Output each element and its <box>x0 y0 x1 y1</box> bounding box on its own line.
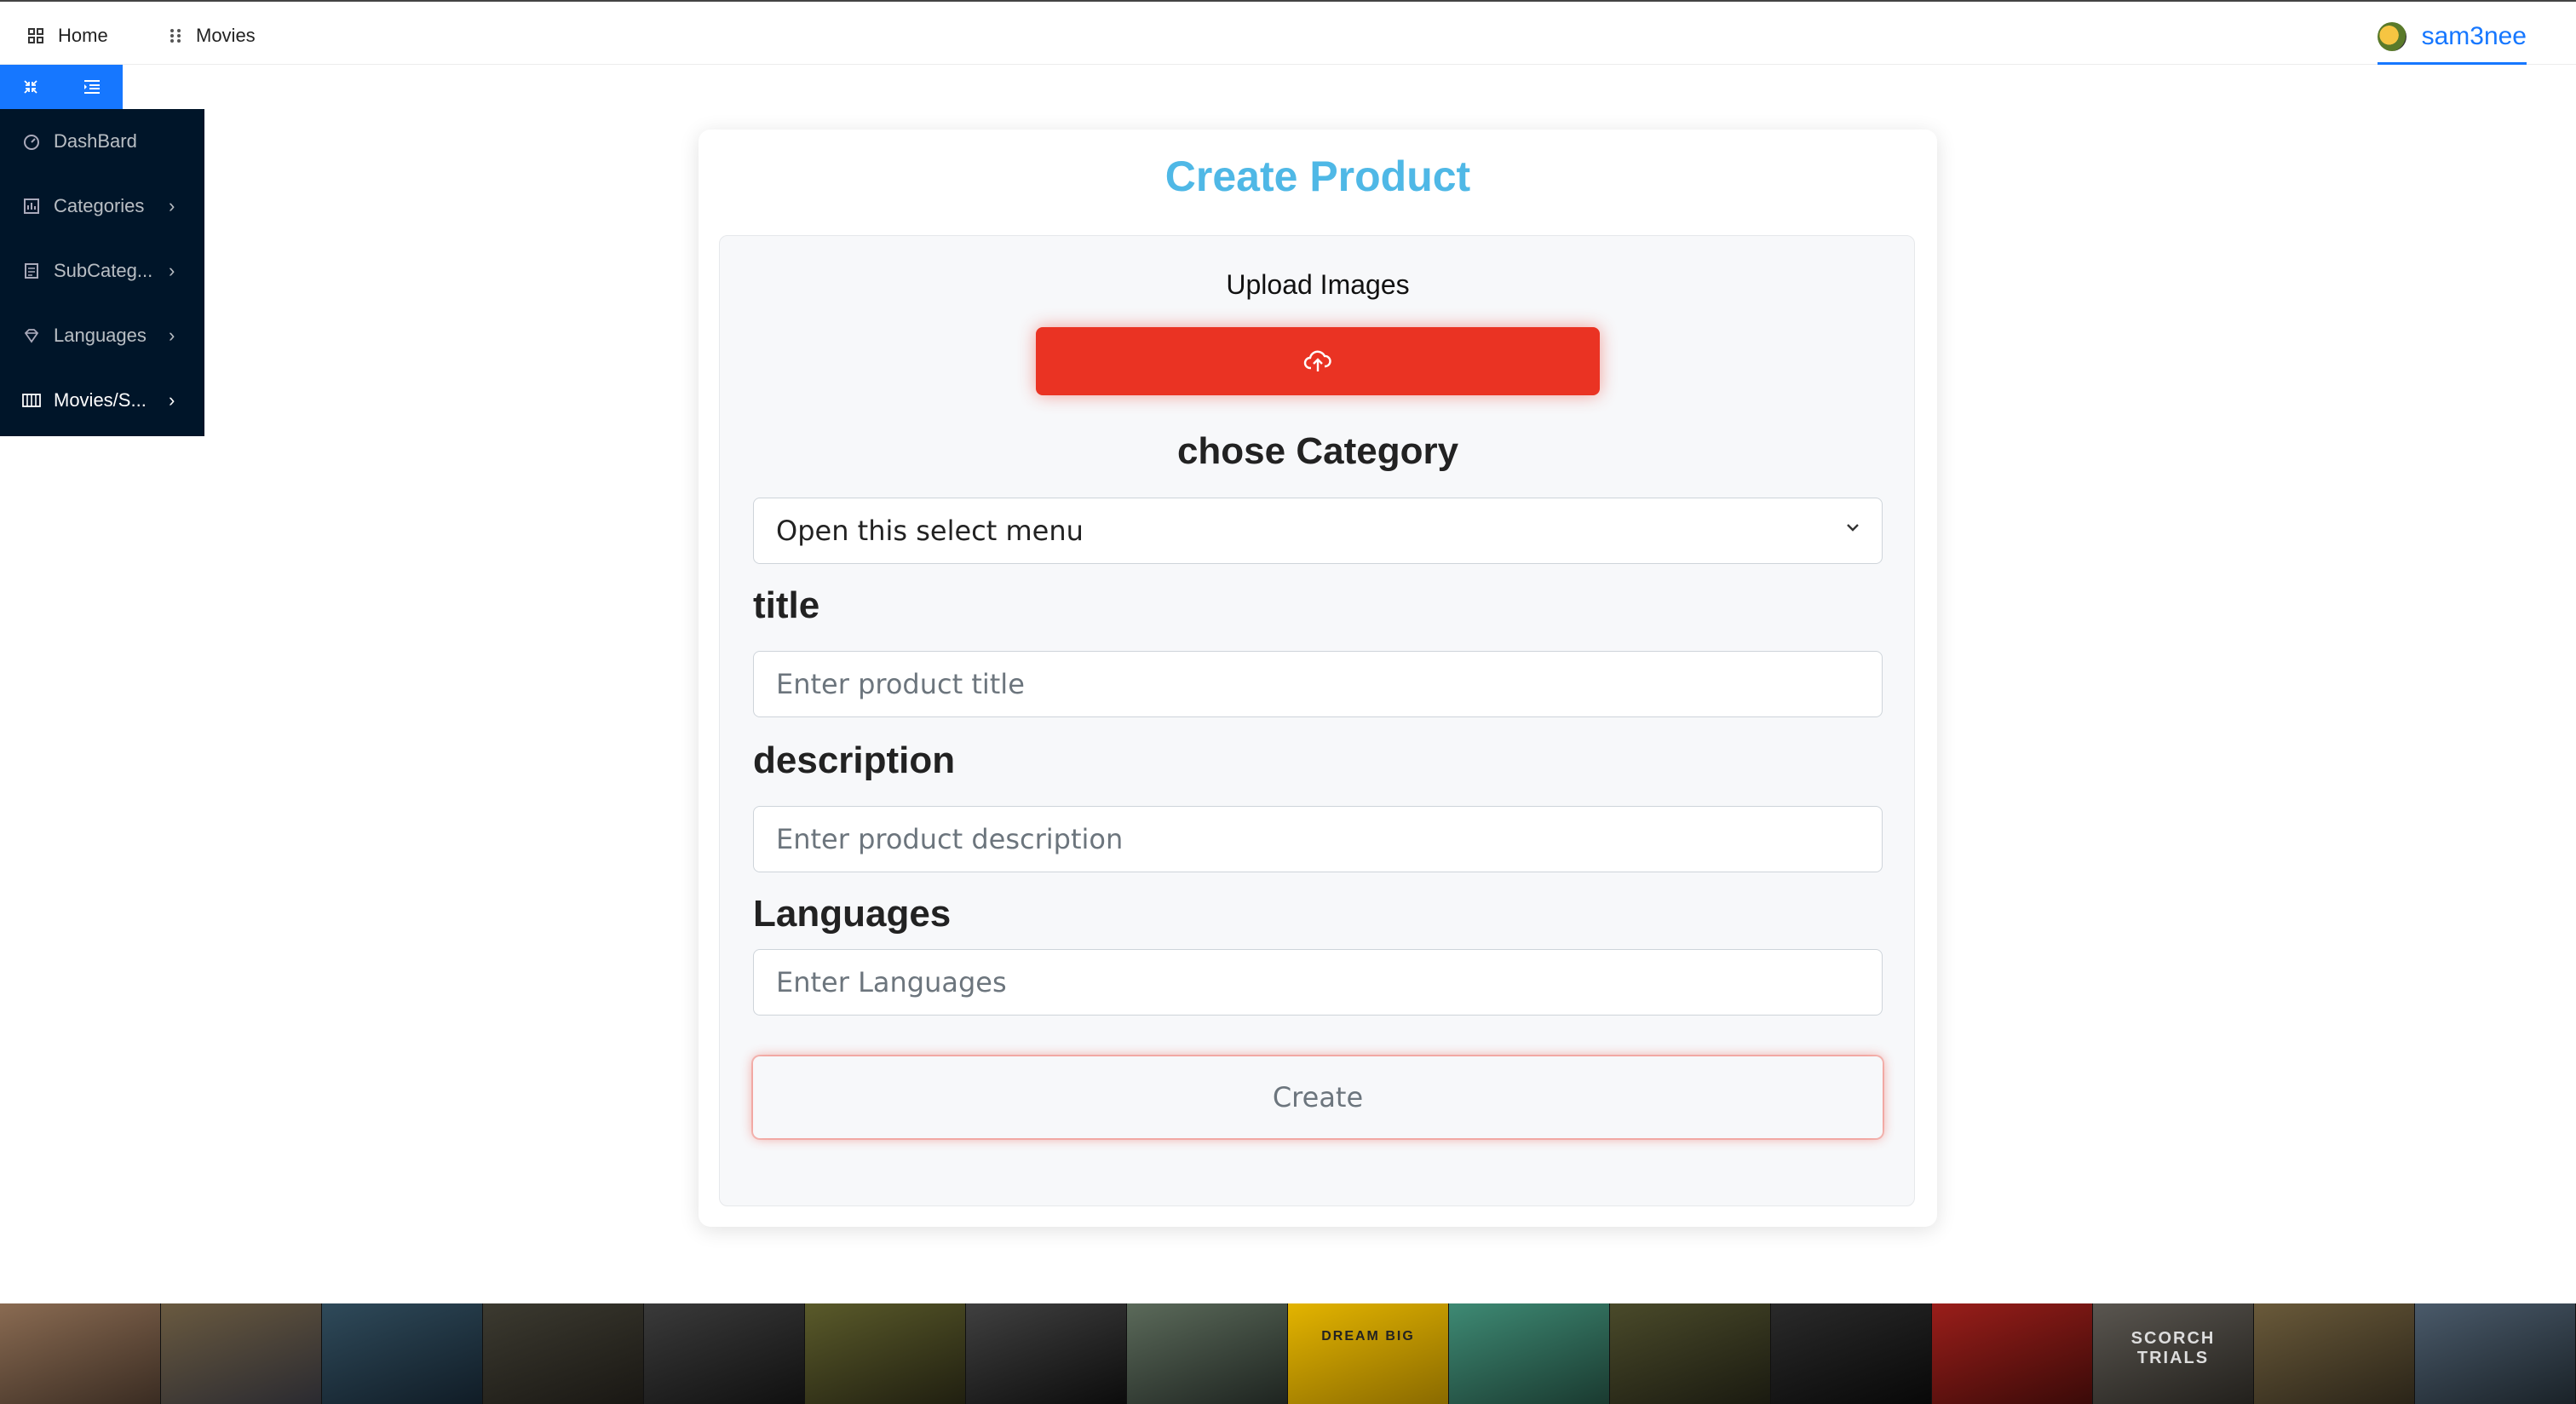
sidebar-item-label: SubCateg... <box>54 260 153 281</box>
category-select[interactable]: Open this select menu <box>753 498 1883 564</box>
movie-poster <box>161 1303 322 1404</box>
movie-poster <box>483 1303 644 1404</box>
sidebar-item-dashboard[interactable]: DashBard <box>0 109 204 174</box>
upload-images-label: Upload Images <box>1226 269 1410 300</box>
movie-poster <box>805 1303 966 1404</box>
nav-home-label: Home <box>58 25 108 46</box>
title-input[interactable]: Enter product title <box>753 651 1883 717</box>
grid-icon <box>28 28 43 43</box>
chevron-right-icon: › <box>169 260 175 281</box>
chevron-right-icon: › <box>169 389 175 411</box>
category-label: chose Category <box>1176 430 1459 472</box>
sidebar-item-subcategories[interactable]: SubCateg... › <box>0 239 204 303</box>
movie-poster: SCORCH TRIALS <box>2093 1303 2254 1404</box>
movie-poster-strip: DREAM BIG SCORCH TRIALS <box>0 1303 2576 1404</box>
chevron-right-icon: › <box>169 325 175 346</box>
movie-poster <box>1127 1303 1288 1404</box>
description-input[interactable]: Enter product description <box>753 806 1883 872</box>
dashboard-icon <box>22 132 41 151</box>
sidebar-item-label: Movies/S... <box>54 389 147 411</box>
nav-home[interactable]: Home <box>27 20 108 51</box>
sidebar-toggles <box>0 65 123 109</box>
sidebar-item-label: Languages <box>54 325 147 346</box>
description-input-placeholder: Enter product description <box>776 823 1124 855</box>
avatar <box>2377 21 2406 51</box>
languages-input[interactable]: Enter Languages <box>753 949 1883 1016</box>
languages-icon <box>22 326 41 345</box>
menu-fold-icon <box>84 80 100 94</box>
collapse-toggle-button[interactable] <box>0 65 61 109</box>
title-label: title <box>753 584 820 626</box>
menu-toggle-button[interactable] <box>61 65 123 109</box>
movie-poster <box>0 1303 161 1404</box>
movie-poster <box>322 1303 483 1404</box>
movie-poster <box>1932 1303 2093 1404</box>
create-button[interactable]: Create <box>753 1056 1883 1138</box>
cloud-upload-icon <box>1303 350 1331 371</box>
movie-poster <box>966 1303 1127 1404</box>
upload-images-button[interactable] <box>1036 327 1600 395</box>
username: sam3nee <box>2421 21 2527 50</box>
nav-movies[interactable]: Movies <box>169 20 256 51</box>
sidebar-item-label: Categories <box>54 195 145 216</box>
nav-movies-label: Movies <box>196 25 256 46</box>
category-select-value: Open this select menu <box>776 515 1084 547</box>
categories-icon <box>22 197 41 216</box>
chevron-right-icon: › <box>169 195 175 216</box>
sidebar-item-label: DashBard <box>54 130 137 152</box>
languages-label: Languages <box>753 893 952 935</box>
description-label: description <box>753 739 956 781</box>
title-input-placeholder: Enter product title <box>776 668 1025 700</box>
sidebar-item-categories[interactable]: Categories › <box>0 174 204 239</box>
top-nav: Home Movies sam3nee <box>0 0 2576 65</box>
movie-poster: DREAM BIG <box>1288 1303 1449 1404</box>
movies-icon <box>22 391 41 410</box>
subcategories-icon <box>22 262 41 280</box>
sidebar: DashBard Categories › SubCateg... › Lang… <box>0 109 204 436</box>
chevron-down-icon <box>1847 524 1859 532</box>
languages-input-placeholder: Enter Languages <box>776 966 1007 998</box>
movie-poster <box>2254 1303 2415 1404</box>
sidebar-item-movies[interactable]: Movies/S... › <box>0 368 204 433</box>
sidebar-item-languages[interactable]: Languages › <box>0 303 204 368</box>
dots-grid-icon <box>170 29 181 43</box>
movie-poster <box>644 1303 805 1404</box>
movie-poster <box>1449 1303 1610 1404</box>
movie-poster <box>1610 1303 1771 1404</box>
page-title: Create Product <box>1164 152 1471 200</box>
movie-poster <box>1771 1303 1932 1404</box>
user-menu[interactable]: sam3nee <box>2377 15 2527 65</box>
movie-poster <box>2415 1303 2576 1404</box>
shrink-icon <box>24 80 37 94</box>
